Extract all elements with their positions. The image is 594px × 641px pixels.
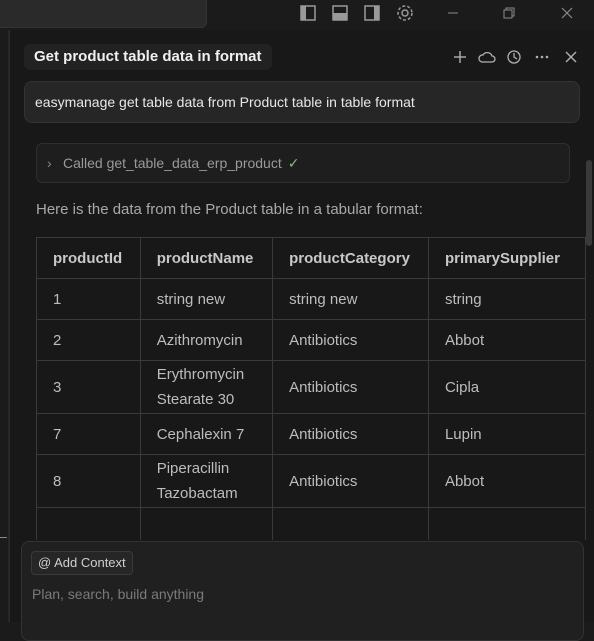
chat-scrollbar[interactable] bbox=[586, 160, 592, 246]
tool-call-label: Called get_table_data_erp_product bbox=[63, 155, 282, 171]
chat-title-tab[interactable]: Get product table data in format bbox=[24, 44, 272, 70]
at-icon: @ bbox=[38, 555, 52, 570]
table-cell: string new bbox=[139, 278, 274, 320]
plus-icon[interactable] bbox=[451, 48, 469, 66]
table-cell: Antibiotics bbox=[272, 360, 429, 414]
table-cell bbox=[427, 507, 586, 540]
window-titlebar bbox=[0, 0, 594, 30]
table-cell: 2 bbox=[36, 319, 141, 361]
add-context-button[interactable]: @ Add Context bbox=[31, 551, 133, 575]
table-cell: string new bbox=[272, 278, 429, 320]
cloud-icon[interactable] bbox=[478, 48, 496, 66]
more-icon[interactable] bbox=[533, 48, 551, 66]
chat-header: Get product table data in format bbox=[10, 40, 594, 74]
close-window-icon[interactable] bbox=[556, 3, 578, 23]
column-header: productCategory bbox=[272, 237, 429, 279]
product-table: productId productName productCategory pr… bbox=[36, 237, 586, 540]
table-cell: Cipla bbox=[427, 360, 586, 414]
composer-input[interactable]: Plan, search, build anything bbox=[32, 586, 204, 602]
column-header: productId bbox=[36, 237, 141, 279]
column-header: productName bbox=[139, 237, 274, 279]
table-cell: 7 bbox=[36, 413, 141, 455]
table-row: 2 Azithromycin Antibiotics Abbot bbox=[36, 319, 586, 361]
tool-call-summary[interactable]: › Called get_table_data_erp_product ✓ bbox=[36, 143, 570, 183]
sidebar-left-icon[interactable] bbox=[297, 3, 319, 23]
table-cell: Lupin bbox=[427, 413, 586, 455]
response-intro: Here is the data from the Product table … bbox=[36, 201, 423, 218]
edge-marker bbox=[0, 537, 7, 538]
table-cell bbox=[36, 507, 141, 540]
table-row: 1 string new string new string bbox=[36, 278, 586, 320]
table-cell bbox=[139, 507, 274, 540]
table-cell: string bbox=[427, 278, 586, 320]
column-header: primarySupplier bbox=[427, 237, 586, 279]
table-cell: Azithromycin bbox=[139, 319, 274, 361]
table-header-row: productId productName productCategory pr… bbox=[36, 237, 586, 279]
history-icon[interactable] bbox=[505, 48, 523, 66]
sidebar-right-icon[interactable] bbox=[361, 3, 383, 23]
table-cell: Abbot bbox=[427, 319, 586, 361]
panel-bottom-icon[interactable] bbox=[329, 3, 351, 23]
table-cell: Antibiotics bbox=[272, 413, 429, 455]
gear-icon[interactable] bbox=[394, 3, 416, 23]
close-icon[interactable] bbox=[562, 48, 580, 66]
chat-panel: Get product table data in format easyman… bbox=[9, 30, 594, 641]
table-row: 8 Piperacillin Tazobactam Antibiotics Ab… bbox=[36, 454, 586, 508]
table-cell: Erythromycin Stearate 30 bbox=[139, 360, 274, 414]
chevron-right-icon: › bbox=[47, 155, 52, 171]
table-cell: Piperacillin Tazobactam bbox=[139, 454, 274, 508]
add-context-label: Add Context bbox=[54, 555, 126, 570]
table-cell bbox=[272, 507, 429, 540]
table-row bbox=[36, 507, 586, 540]
table-cell: Antibiotics bbox=[272, 454, 429, 508]
table-cell: Antibiotics bbox=[272, 319, 429, 361]
command-center[interactable] bbox=[0, 0, 207, 28]
restore-icon[interactable] bbox=[498, 3, 520, 23]
check-icon: ✓ bbox=[287, 155, 300, 171]
table-cell: 1 bbox=[36, 278, 141, 320]
chat-composer[interactable]: @ Add Context Plan, search, build anythi… bbox=[21, 541, 584, 641]
table-cell: Cephalexin 7 bbox=[139, 413, 274, 455]
table-row: 3 Erythromycin Stearate 30 Antibiotics C… bbox=[36, 360, 586, 414]
product-table-container[interactable]: productId productName productCategory pr… bbox=[36, 237, 586, 540]
table-row: 7 Cephalexin 7 Antibiotics Lupin bbox=[36, 413, 586, 455]
table-cell: 3 bbox=[36, 360, 141, 414]
editor-edge bbox=[0, 30, 9, 622]
minimize-icon[interactable] bbox=[442, 3, 464, 23]
user-message[interactable]: easymanage get table data from Product t… bbox=[24, 81, 580, 123]
table-cell: 8 bbox=[36, 454, 141, 508]
table-cell: Abbot bbox=[427, 454, 586, 508]
